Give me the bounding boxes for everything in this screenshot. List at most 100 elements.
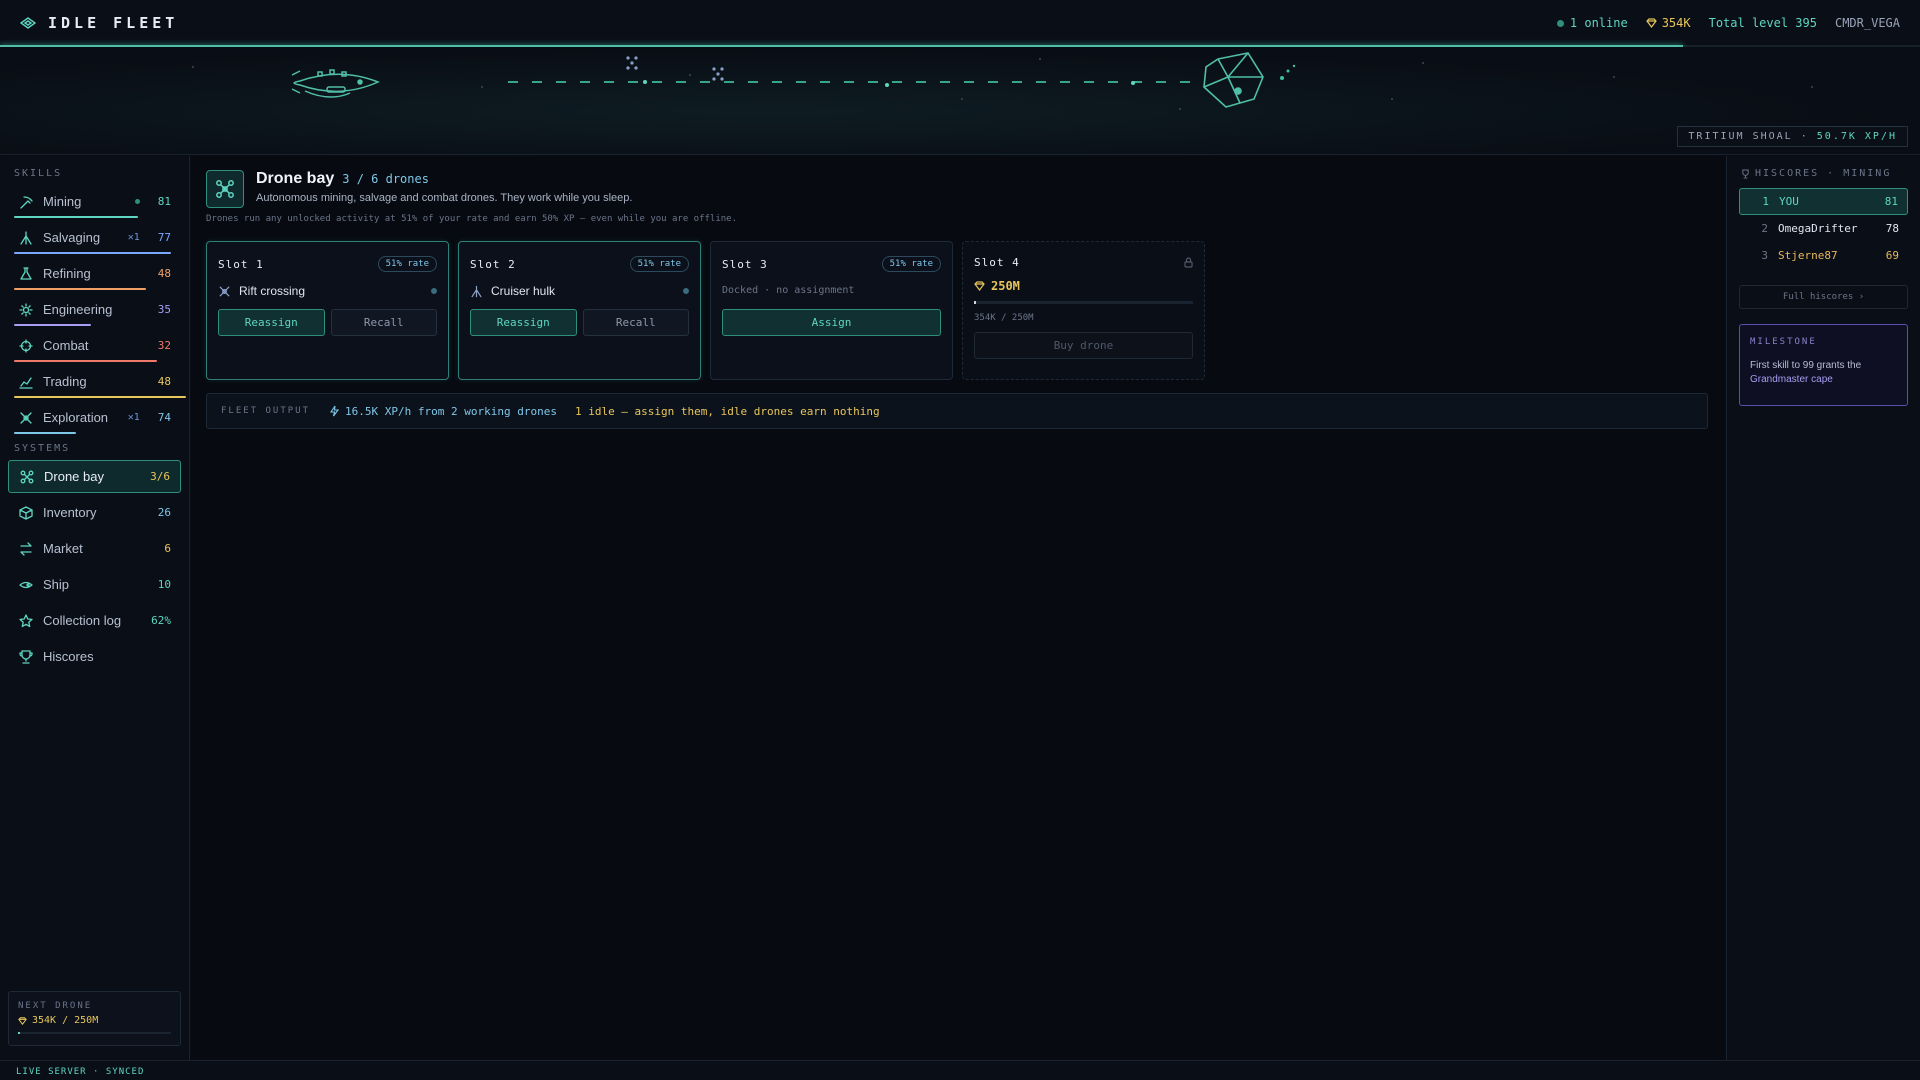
sidebar-item-label: Mining <box>43 194 82 209</box>
page-title: Drone bay 3 / 6 drones <box>256 170 632 188</box>
sidebar-item-label: Engineering <box>43 302 113 317</box>
skill-progress-bar <box>14 396 186 398</box>
sidebar-item-collection-log[interactable]: Collection log 62% <box>8 604 181 637</box>
online-count: 1 online <box>1556 16 1628 30</box>
milestone-text: First skill to 99 grants the Grandmaster… <box>1750 359 1897 387</box>
skill-level: 74 <box>157 411 171 424</box>
username[interactable]: CMDR_VEGA <box>1835 16 1900 30</box>
slot-rate-badge: 51% rate <box>629 256 689 272</box>
sidebar-item-label: Market <box>43 541 83 556</box>
sidebar-item-label: Refining <box>43 266 91 281</box>
sidebar-item-label: Inventory <box>43 505 97 520</box>
reassign-button[interactable]: Reassign <box>470 309 577 336</box>
credits-value: 354K <box>1661 16 1691 30</box>
sidebar-item-label: Trading <box>43 374 87 389</box>
compass-icon <box>18 410 33 425</box>
fleet-output-xp-text: 16.5K XP/h from 2 working drones <box>345 404 557 418</box>
sidebar-item-count: 10 <box>157 578 171 591</box>
sidebar-item-trading[interactable]: Trading 48 <box>8 365 186 398</box>
skill-level: 35 <box>157 303 171 316</box>
sidebar-item-salvaging[interactable]: Salvaging ✕1 77 <box>8 221 181 254</box>
slot-price: 250M <box>974 279 1193 293</box>
milestone-card: MILESTONE First skill to 99 grants the G… <box>1739 324 1908 406</box>
gear-icon <box>18 302 33 317</box>
fleet-output-label: FLEET OUTPUT <box>221 406 311 416</box>
hiscore-name: OmegaDrifter <box>1778 222 1858 235</box>
sidebar-item-refining[interactable]: Refining 48 <box>8 257 181 290</box>
skill-level: 77 <box>157 231 171 244</box>
location-name: TRITIUM SHOAL <box>1688 131 1793 142</box>
sidebar-item-count: 6 <box>164 542 171 555</box>
page-subtitle: Autonomous mining, salvage and combat dr… <box>256 192 633 204</box>
hiscore-row[interactable]: 3 Stjerne87 69 <box>1739 242 1908 269</box>
hiscore-rank: 2 <box>1761 222 1768 235</box>
slot-name: Slot 3 <box>722 257 768 271</box>
sidebar-item-label: Collection log <box>43 613 122 628</box>
location-badge: TRITIUM SHOAL · 50.7K XP/H <box>1677 126 1908 147</box>
hiscores-title: HISCORES · MINING <box>1755 168 1892 179</box>
gem-icon <box>18 1016 27 1025</box>
skill-level: 81 <box>157 195 171 208</box>
skill-progress-bar <box>14 216 138 218</box>
online-dot-icon <box>1556 19 1564 27</box>
cube-icon <box>18 505 33 520</box>
hiscores-heading: HISCORES · MINING <box>1741 168 1908 179</box>
milestone-text-a: First skill to 99 grants the <box>1750 360 1862 371</box>
lightning-icon <box>330 405 340 417</box>
hiscore-row[interactable]: 1 YOU 81 <box>1739 188 1908 215</box>
sidebar-item-ship[interactable]: Ship 10 <box>8 568 181 601</box>
next-drone-value: 354K / 250M <box>18 1015 171 1026</box>
skill-progress-bar <box>14 432 76 434</box>
slot-activity-label: Rift crossing <box>239 284 306 298</box>
buy-drone-button[interactable]: Buy drone <box>974 332 1193 359</box>
slot-active-dot-icon <box>683 288 689 294</box>
brand[interactable]: IDLE FLEET <box>20 14 178 32</box>
sidebar-item-mining[interactable]: Mining 81 <box>8 185 181 218</box>
slot-activity-label: Cruiser hulk <box>491 284 556 298</box>
skill-level: 48 <box>157 267 171 280</box>
recall-button[interactable]: Recall <box>582 309 689 336</box>
drone-icon <box>206 170 244 208</box>
crosshair-icon <box>18 338 33 353</box>
chart-icon <box>18 374 33 389</box>
hiscore-score: 81 <box>1884 195 1898 208</box>
next-drone-amount: 354K / 250M <box>32 1015 99 1026</box>
slot-activity: Rift crossing <box>218 282 437 300</box>
location-separator: · <box>1800 131 1809 142</box>
sidebar-item-count: 26 <box>157 506 171 519</box>
slot-active-dot-icon <box>431 288 437 294</box>
drone-count: 3 / 6 drones <box>342 172 429 186</box>
skills-list: Mining 81 Salvaging ✕1 77 Refining 48 Engineeri… <box>0 185 189 434</box>
sidebar-item-combat[interactable]: Combat 32 <box>8 329 181 362</box>
slot-name: Slot 1 <box>218 257 264 271</box>
next-drone-card[interactable]: NEXT DRONE 354K / 250M <box>8 991 181 1046</box>
sidebar-item-inventory[interactable]: Inventory 26 <box>8 496 181 529</box>
player-ship-icon <box>291 69 380 98</box>
ship-icon <box>18 577 33 592</box>
sidebar-item-hiscores[interactable]: Hiscores <box>8 640 181 673</box>
sidebar-item-engineering[interactable]: Engineering 35 <box>8 293 181 326</box>
drone-icon <box>19 469 34 484</box>
slot-price-value: 250M <box>991 279 1020 293</box>
sidebar-item-count: 62% <box>151 614 171 627</box>
milestone-title: MILESTONE <box>1750 337 1817 347</box>
skill-progress-bar <box>14 324 91 326</box>
app-root: IDLE FLEET 1 online 354K Total level 395… <box>0 0 1920 1080</box>
logo-icon <box>20 17 36 29</box>
sidebar-item-market[interactable]: Market 6 <box>8 532 181 565</box>
sidebar-item-drone-bay[interactable]: Drone bay 3/6 <box>8 460 181 493</box>
recall-button[interactable]: Recall <box>330 309 437 336</box>
reassign-button[interactable]: Reassign <box>218 309 325 336</box>
status-bar: LIVE SERVER · SYNCED <box>0 1060 1920 1080</box>
scene-banner: TRITIUM SHOAL · 50.7K XP/H <box>0 47 1920 155</box>
hiscore-row[interactable]: 2 OmegaDrifter 78 <box>1739 215 1908 242</box>
full-hiscores-button[interactable]: Full hiscores › <box>1739 285 1908 309</box>
trophy-icon <box>1742 168 1749 179</box>
assign-button[interactable]: Assign <box>722 309 941 336</box>
milestone-reward: Grandmaster cape <box>1750 374 1833 385</box>
fleet-output-xp: 16.5K XP/h from 2 working drones <box>330 405 557 418</box>
top-stats: 1 online 354K Total level 395 CMDR_VEGA <box>1556 16 1900 30</box>
status-dot-icon <box>134 199 140 204</box>
sidebar-item-label: Combat <box>43 338 89 353</box>
sidebar-item-exploration[interactable]: Exploration ✕1 74 <box>8 401 181 434</box>
